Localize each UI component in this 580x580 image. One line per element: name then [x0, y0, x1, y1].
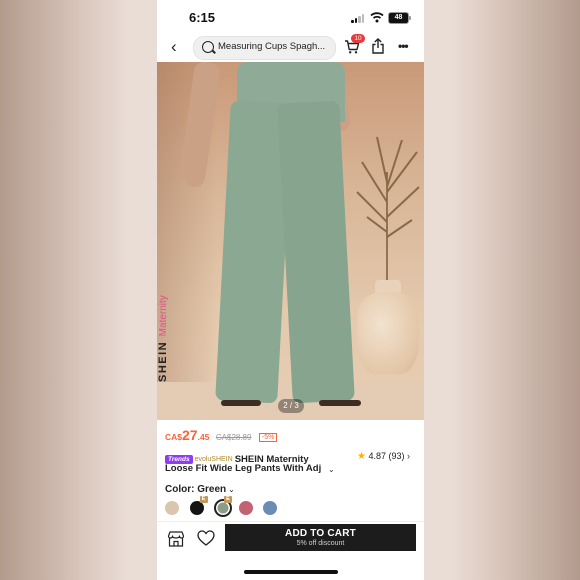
cart-count-badge: 10: [351, 34, 365, 43]
chevron-down-icon: ⌄: [228, 485, 235, 494]
rating-value: 4.87: [368, 451, 387, 461]
color-swatch-black[interactable]: [189, 501, 204, 515]
price-row: CA$27.45 CA$28.89 -5%: [165, 427, 278, 445]
color-label[interactable]: Color: Green ⌄: [165, 484, 235, 495]
add-to-cart-label: ADD TO CART: [285, 528, 356, 539]
watermark-line: Maternity: [158, 295, 169, 337]
plant-decoration: [356, 136, 420, 292]
brand-watermark: SHEIN Maternity: [157, 295, 169, 382]
title-line-2-text: Loose Fit Wide Leg Pants With Adj: [165, 463, 322, 474]
wifi-icon: [370, 12, 384, 23]
price-currency: CA$: [165, 432, 183, 442]
battery-icon: 48: [388, 12, 411, 24]
status-time: 6:15: [189, 10, 216, 25]
product-title[interactable]: Trends evoluSHEIN SHEIN Maternity Loose Fi…: [165, 451, 345, 474]
right-sandal: [319, 400, 361, 406]
color-swatch-rose[interactable]: [238, 501, 253, 515]
vase-decoration: [357, 292, 419, 374]
share-icon[interactable]: [371, 38, 385, 54]
search-bar[interactable]: Measuring Cups Spagh...: [193, 36, 336, 60]
divider: [157, 521, 424, 522]
product-image[interactable]: SHEIN Maternity 2 / 3: [157, 62, 424, 420]
more-options-icon[interactable]: •••: [398, 39, 409, 53]
color-swatch-blue[interactable]: [263, 501, 277, 515]
promo-text: 5% off discount: [296, 540, 345, 547]
color-label-text: Color: Green: [165, 484, 227, 495]
original-price: CA$28.89: [215, 433, 252, 442]
swatch-tag: E: [224, 496, 232, 503]
search-text: Measuring Cups Spagh...: [218, 41, 326, 52]
search-icon: [202, 41, 214, 53]
home-indicator: [244, 570, 338, 574]
discount-badge: -5%: [258, 433, 278, 442]
store-icon[interactable]: [167, 531, 185, 547]
heart-icon[interactable]: [197, 530, 215, 547]
add-to-cart-button[interactable]: ADD TO CART 5% off discount: [225, 524, 416, 551]
chevron-right-icon[interactable]: ›: [407, 451, 410, 461]
price-decimal: .45: [197, 432, 210, 442]
color-swatch-beige[interactable]: [165, 501, 179, 515]
phone-screen: 6:15 48 ‹ Measuring Cups Spagh... 10 •••…: [157, 0, 424, 580]
status-bar: 6:15 48: [157, 0, 424, 34]
hand: [185, 147, 205, 187]
back-arrow-icon[interactable]: ‹: [171, 38, 187, 55]
price-whole: 27: [182, 427, 198, 443]
star-icon: ★: [357, 451, 366, 462]
swatch-tag: E: [199, 496, 208, 503]
chevron-down-icon[interactable]: ⌄: [328, 465, 335, 474]
top-nav: ‹ Measuring Cups Spagh... 10 •••: [157, 34, 424, 62]
image-pager: 2 / 3: [278, 399, 304, 413]
review-count: (93): [388, 451, 405, 461]
watermark-brand: SHEIN: [157, 340, 169, 382]
pants-right-leg: [277, 100, 355, 404]
left-sandal: [221, 400, 261, 406]
rating[interactable]: ★ 4.87 (93): [357, 451, 405, 462]
title-line-2: Loose Fit Wide Leg Pants With Adj: [165, 463, 341, 474]
signal-icon: [351, 13, 365, 23]
